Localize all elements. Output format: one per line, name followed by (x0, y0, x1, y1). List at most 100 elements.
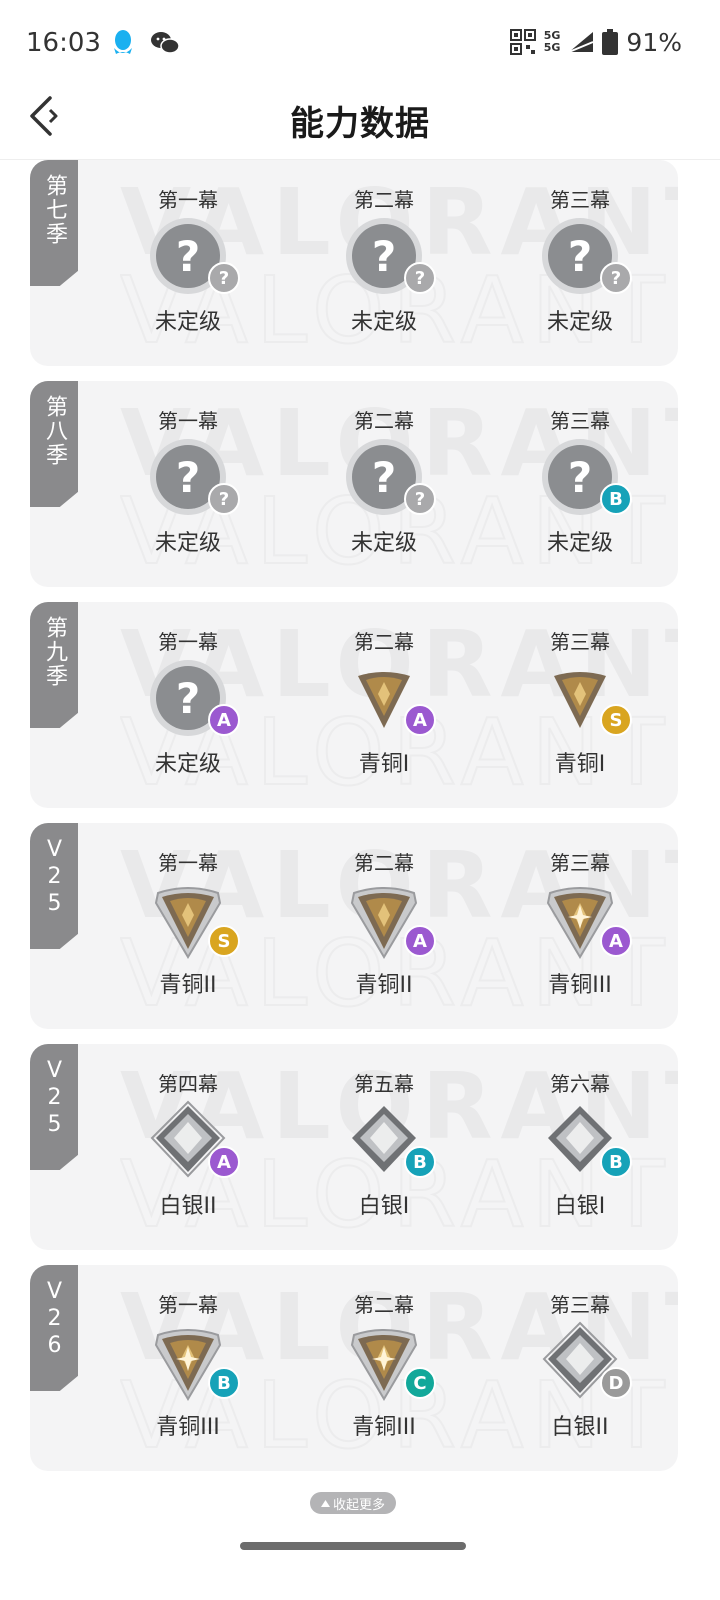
rank-name: 白银I (554, 1194, 606, 1219)
act-cell[interactable]: 第二幕 A 青铜II (286, 847, 482, 999)
season-tag: 第八季 (30, 381, 78, 507)
rank-name: 白银II (551, 1415, 609, 1440)
grade-badge: ? (208, 483, 240, 515)
grade-badge: A (208, 1146, 240, 1178)
season-tag: V26 (30, 1265, 78, 1391)
rank-emblem: ?? (148, 216, 240, 296)
act-cell[interactable]: 第一幕 S 青铜II (90, 847, 286, 999)
wechat-icon (151, 32, 180, 54)
act-cell[interactable]: 第二幕 A 青铜I (286, 626, 482, 778)
grade-badge: A (404, 925, 436, 957)
rank-name: 未定级 (154, 531, 221, 556)
season-tag: 第七季 (30, 160, 78, 286)
svg-text:?: ? (372, 232, 396, 281)
season-tag: 第九季 (30, 602, 78, 728)
act-cell[interactable]: 第六幕 B 白银I (482, 1068, 678, 1220)
act-cell[interactable]: 第一幕?? 未定级 (90, 184, 286, 336)
svg-text:?: ? (176, 674, 200, 723)
rank-name: 未定级 (154, 752, 221, 777)
act-label: 第一幕 (158, 1293, 218, 1317)
act-label: 第二幕 (354, 409, 414, 433)
act-label: 第一幕 (158, 188, 218, 212)
act-row: 第一幕 ? A 未定级 第二幕 A 青铜I 第三幕 S 青铜I (90, 626, 678, 778)
act-cell[interactable]: 第三幕?? 未定级 (482, 184, 678, 336)
rank-emblem: S (540, 658, 632, 738)
season-tag-label: V26 (42, 1279, 67, 1360)
collapse-more-button[interactable]: 收起更多 (310, 1492, 396, 1514)
season-card: VALORANT VALORANT V26 第一幕 B 青铜III 第二幕 C 青铜III 第三幕… (30, 1265, 678, 1471)
act-label: 第三幕 (550, 409, 610, 433)
rank-name: 青铜II (355, 973, 413, 998)
act-label: 第二幕 (354, 1293, 414, 1317)
act-label: 第二幕 (354, 851, 414, 875)
rank-name: 未定级 (546, 310, 613, 335)
grade-badge: B (600, 1146, 632, 1178)
act-label: 第三幕 (550, 1293, 610, 1317)
act-cell[interactable]: 第一幕 ? A 未定级 (90, 626, 286, 778)
rank-emblem: B (540, 1100, 632, 1180)
rank-name: 青铜II (159, 973, 217, 998)
rank-name: 青铜III (548, 973, 612, 998)
act-row: 第一幕?? 未定级 第二幕?? 未定级 第三幕? B 未定级 (90, 405, 678, 557)
rank-name: 青铜III (352, 1415, 416, 1440)
status-bar: 16:03 5G 5G 91% (0, 0, 720, 86)
rank-emblem: A (344, 879, 436, 959)
rank-name: 未定级 (546, 531, 613, 556)
collapse-more-label: 收起更多 (332, 1497, 385, 1513)
status-time: 16:03 (26, 28, 101, 58)
season-tag-label: 第七季 (42, 174, 67, 246)
rank-name: 青铜III (156, 1415, 220, 1440)
rank-emblem: A (344, 658, 436, 738)
rank-emblem: ?? (344, 216, 436, 296)
network-type-bottom: 5G (543, 41, 561, 54)
grade-badge: ? (404, 262, 436, 294)
act-cell[interactable]: 第二幕?? 未定级 (286, 184, 482, 336)
rank-emblem: ?? (344, 437, 436, 517)
svg-text:?: ? (176, 453, 200, 502)
act-cell[interactable]: 第五幕 B 白银I (286, 1068, 482, 1220)
grade-badge: B (208, 1367, 240, 1399)
app-header: 能力数据 (0, 86, 720, 160)
act-cell[interactable]: 第三幕 S 青铜I (482, 626, 678, 778)
rank-name: 青铜I (358, 752, 410, 777)
qq-icon (114, 30, 132, 54)
act-label: 第三幕 (550, 851, 610, 875)
season-tag: V25 (30, 823, 78, 949)
act-cell[interactable]: 第一幕?? 未定级 (90, 405, 286, 557)
rank-emblem: ? B (540, 437, 632, 517)
act-label: 第二幕 (354, 630, 414, 654)
act-label: 第一幕 (158, 630, 218, 654)
rank-emblem: ?? (148, 437, 240, 517)
rank-emblem: C (344, 1321, 436, 1401)
act-cell[interactable]: 第二幕?? 未定级 (286, 405, 482, 557)
rank-emblem: ? A (148, 658, 240, 738)
rank-emblem: B (148, 1321, 240, 1401)
status-indicators: 5G 5G 91% (509, 26, 682, 58)
grade-badge: D (600, 1367, 632, 1399)
rank-emblem: A (148, 1100, 240, 1180)
act-cell[interactable]: 第三幕 D 白银II (482, 1289, 678, 1441)
act-cell[interactable]: 第四幕 A 白银II (90, 1068, 286, 1220)
season-card: VALORANT VALORANT V25 第四幕 A 白银II 第五幕 B 白银I 第六幕 B 白银… (30, 1044, 678, 1250)
act-label: 第三幕 (550, 188, 610, 212)
act-label: 第四幕 (158, 1072, 218, 1096)
season-tag-label: 第九季 (42, 616, 67, 688)
act-cell[interactable]: 第二幕 C 青铜III (286, 1289, 482, 1441)
battery-level: 91% (626, 27, 682, 57)
rank-name: 白银II (159, 1194, 217, 1219)
act-cell[interactable]: 第一幕 B 青铜III (90, 1289, 286, 1441)
grade-badge: B (404, 1146, 436, 1178)
grade-badge: ? (404, 483, 436, 515)
signal-icon (569, 32, 594, 53)
act-cell[interactable]: 第三幕 A 青铜III (482, 847, 678, 999)
act-cell[interactable]: 第三幕 ? B 未定级 (482, 405, 678, 557)
svg-text:?: ? (568, 232, 592, 281)
act-label: 第五幕 (354, 1072, 414, 1096)
rank-emblem: S (148, 879, 240, 959)
act-label: 第六幕 (550, 1072, 610, 1096)
act-row: 第四幕 A 白银II 第五幕 B 白银I 第六幕 B 白银I (90, 1068, 678, 1220)
home-indicator[interactable] (240, 1542, 466, 1550)
rank-name: 未定级 (350, 531, 417, 556)
rank-name: 白银I (358, 1194, 410, 1219)
battery-icon (602, 29, 619, 55)
